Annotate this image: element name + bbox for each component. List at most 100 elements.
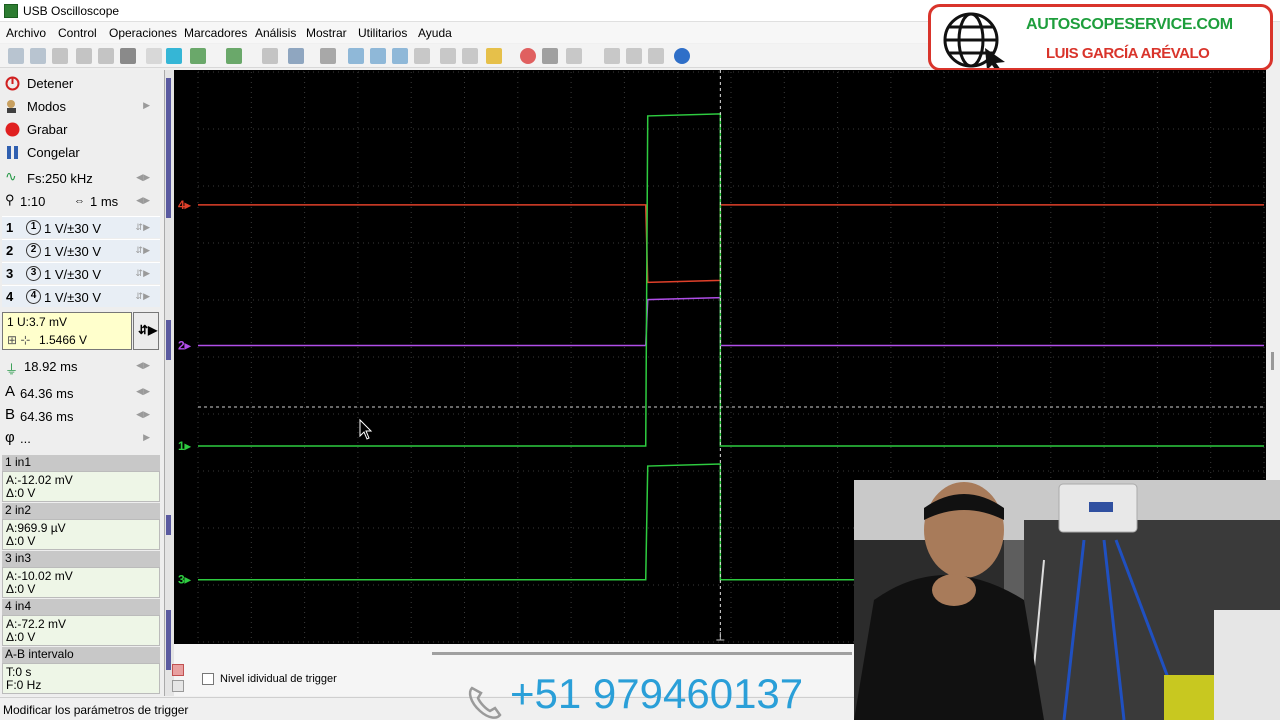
stop-button[interactable]: Detener bbox=[0, 72, 160, 94]
trigger-level: 1 U:3.7 mV bbox=[7, 315, 68, 329]
menu-control[interactable]: Control bbox=[58, 26, 97, 40]
control-panel: Detener Modos ▶ Grabar Congelar ∿ Fs:250… bbox=[0, 70, 164, 696]
channel-tab[interactable] bbox=[166, 610, 171, 670]
measure-ch2-header[interactable]: 2 in2 bbox=[2, 503, 160, 519]
trigger-position-icon bbox=[716, 632, 725, 641]
menu-operaciones[interactable]: Operaciones bbox=[109, 26, 177, 40]
modes-button[interactable]: Modos ▶ bbox=[0, 95, 160, 117]
channel-range-value: 1 V/±30 V bbox=[44, 267, 102, 282]
menu-archivo[interactable]: Archivo bbox=[6, 26, 46, 40]
menu-marcadores[interactable]: Marcadores bbox=[184, 26, 247, 40]
channel-circle-icon: 3 bbox=[26, 266, 41, 281]
menu-ayuda[interactable]: Ayuda bbox=[418, 26, 452, 40]
channel-2-trace bbox=[198, 296, 1264, 347]
measure-delta: Δ:0 V bbox=[6, 582, 36, 596]
table-icon[interactable] bbox=[462, 48, 478, 64]
print-icon[interactable] bbox=[52, 48, 68, 64]
menu-mostrar[interactable]: Mostrar bbox=[306, 26, 347, 40]
menu-utilitarios[interactable]: Utilitarios bbox=[358, 26, 407, 40]
channel-tab[interactable] bbox=[166, 515, 171, 535]
app-icon bbox=[4, 4, 18, 18]
trigger-settings[interactable]: 1 U:3.7 mV ⊞ ⊹ 1.5466 V bbox=[2, 312, 132, 350]
zoom-icon[interactable] bbox=[288, 48, 304, 64]
spin-arrows-icon: ◀▶ bbox=[136, 172, 150, 182]
channel-tab-strip[interactable] bbox=[164, 70, 174, 696]
page-icon[interactable] bbox=[626, 48, 642, 64]
cursor-icon[interactable] bbox=[146, 48, 162, 64]
power-icon bbox=[5, 76, 20, 91]
spin-arrows-icon: ⇵▶ bbox=[135, 268, 150, 278]
channel-1-marker: 1▸ bbox=[178, 439, 192, 453]
stop-label: Detener bbox=[27, 76, 74, 91]
channel-4-range[interactable]: 4 4 1 V/±30 V ⇵▶ bbox=[2, 285, 160, 307]
channel-range-value: 1 V/±30 V bbox=[44, 290, 102, 305]
measure-ch4-header[interactable]: 4 in4 bbox=[2, 599, 160, 615]
zoom-control[interactable]: ⚲ 1:10 ⇔ 1 ms ◀▶ bbox=[0, 190, 160, 212]
horizontal-scrollbar[interactable] bbox=[432, 652, 852, 655]
channel-4-trace bbox=[198, 204, 1264, 284]
settings-icon[interactable] bbox=[172, 680, 184, 692]
sample-rate-value: Fs:250 kHz bbox=[27, 171, 93, 186]
zoom-value: 1:10 bbox=[20, 194, 46, 209]
marker-a-icon: A bbox=[5, 383, 16, 400]
individual-trigger-checkbox[interactable] bbox=[202, 673, 214, 685]
channel-2-range[interactable]: 2 2 1 V/±30 V ⇵▶ bbox=[2, 239, 160, 261]
save-icon[interactable] bbox=[30, 48, 46, 64]
layout-icon[interactable] bbox=[604, 48, 620, 64]
check-down-icon[interactable] bbox=[392, 48, 408, 64]
trigger-edge-icon: ⇵▶ bbox=[138, 323, 158, 337]
channel-circle-icon: 1 bbox=[26, 220, 41, 235]
copy-icon[interactable] bbox=[76, 48, 92, 64]
menu-bar: Archivo Control Operaciones Marcadores A… bbox=[0, 22, 930, 43]
menu-analisis[interactable]: Análisis bbox=[255, 26, 296, 40]
channel-tab[interactable] bbox=[166, 320, 171, 360]
phase-control[interactable]: φ ... ▶ bbox=[0, 427, 160, 449]
mouse-cursor-icon bbox=[359, 418, 373, 440]
marker-a-control[interactable]: A 64.36 ms ◀▶ bbox=[0, 381, 160, 403]
measure-ch3-header[interactable]: 3 in3 bbox=[2, 551, 160, 567]
period-value: 18.92 ms bbox=[24, 359, 78, 374]
spin-arrows-icon: ◀▶ bbox=[136, 409, 150, 419]
freeze-button[interactable]: Congelar bbox=[0, 141, 160, 163]
channel-tab[interactable] bbox=[166, 78, 171, 218]
help-icon[interactable] bbox=[674, 48, 690, 64]
close-doc-icon[interactable] bbox=[648, 48, 664, 64]
channel-circle-icon: 2 bbox=[26, 243, 41, 258]
signal-icon[interactable] bbox=[190, 48, 206, 64]
window-icon[interactable] bbox=[566, 48, 582, 64]
tools-icon[interactable] bbox=[120, 48, 136, 64]
check-icon[interactable] bbox=[348, 48, 364, 64]
new-icon[interactable] bbox=[8, 48, 24, 64]
signal-alt-icon[interactable] bbox=[226, 48, 242, 64]
folder-icon[interactable] bbox=[486, 48, 502, 64]
trigger-mode-button[interactable]: ⇵▶ bbox=[133, 312, 159, 350]
measure-ch1-header[interactable]: 1 in1 bbox=[2, 455, 160, 471]
channel-range-value: 1 V/±30 V bbox=[44, 221, 102, 236]
document-icon[interactable] bbox=[414, 48, 430, 64]
close-icon[interactable] bbox=[172, 664, 184, 676]
undo-icon[interactable] bbox=[262, 48, 278, 64]
play-icon[interactable] bbox=[542, 48, 558, 64]
measure-delta: Δ:0 V bbox=[6, 534, 36, 548]
channel-number: 4 bbox=[6, 289, 14, 304]
status-text: Modificar los parámetros de trigger bbox=[3, 703, 189, 717]
marker-b-control[interactable]: B 64.36 ms ◀▶ bbox=[0, 404, 160, 426]
channel-3-range[interactable]: 3 3 1 V/±30 V ⇵▶ bbox=[2, 262, 160, 284]
chevron-right-icon: ▶ bbox=[143, 432, 150, 442]
record-button[interactable]: Grabar bbox=[0, 118, 160, 140]
arrow-icon[interactable] bbox=[166, 48, 182, 64]
interval-header[interactable]: A-B intervalo bbox=[2, 647, 160, 663]
channel-number: 3 bbox=[6, 266, 14, 281]
grid-icon[interactable] bbox=[440, 48, 456, 64]
channel-circle-icon: 4 bbox=[26, 289, 41, 304]
check-all-icon[interactable] bbox=[370, 48, 386, 64]
sample-rate-control[interactable]: ∿ Fs:250 kHz ◀▶ bbox=[0, 167, 160, 189]
period-control[interactable]: ⏚ 18.92 ms ◀▶ bbox=[0, 355, 160, 377]
delete-icon[interactable] bbox=[320, 48, 336, 64]
paste-icon[interactable] bbox=[98, 48, 114, 64]
channel-1-range[interactable]: 1 1 1 V/±30 V ⇵▶ bbox=[2, 216, 160, 238]
scroll-thumb[interactable] bbox=[1271, 352, 1274, 370]
record-icon[interactable] bbox=[520, 48, 536, 64]
channel-2-marker: 2▸ bbox=[178, 339, 192, 353]
period-icon: ⏚ bbox=[5, 362, 19, 377]
